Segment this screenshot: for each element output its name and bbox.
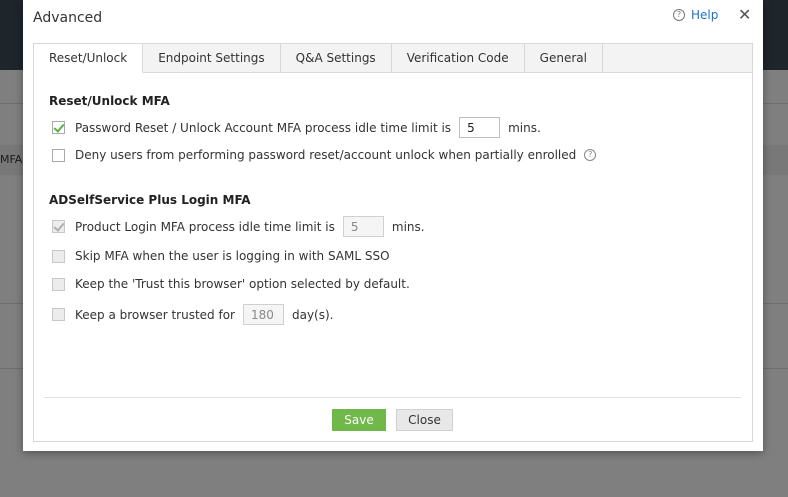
tab-reset-unlock[interactable]: Reset/Unlock [34,44,144,73]
tab-endpoint-settings[interactable]: Endpoint Settings [143,44,281,72]
tab-verification-code[interactable]: Verification Code [392,44,525,72]
skip-saml-label: Skip MFA when the user is logging in wit… [75,249,390,263]
deny-partial-checkbox[interactable] [52,148,65,162]
settings-panel: Reset/Unlock Endpoint Settings Q&A Setti… [33,43,753,442]
trust-browser-row: Keep the 'Trust this browser' option sel… [52,277,410,291]
trusted-days-label: Keep a browser trusted for [75,307,235,322]
idle-limit-row: Password Reset / Unlock Account MFA proc… [52,117,541,138]
product-idle-row: Product Login MFA process idle time limi… [52,216,425,237]
advanced-dialog: Advanced ? Help ✕ Reset/Unlock Endpoint … [23,0,763,451]
trusted-days-input[interactable] [242,304,284,325]
product-idle-label: Product Login MFA process idle time limi… [75,219,335,234]
product-idle-checkbox[interactable] [52,220,65,233]
save-button[interactable]: Save [332,409,386,431]
close-icon[interactable]: ✕ [738,5,751,24]
idle-limit-label: Password Reset / Unlock Account MFA proc… [75,120,452,135]
reset-unlock-section-title: Reset/Unlock MFA [49,94,170,108]
trust-browser-checkbox[interactable] [52,277,65,291]
tab-qa-settings[interactable]: Q&A Settings [281,44,392,72]
tab-general[interactable]: General [525,44,603,72]
question-circle-icon: ? [673,9,685,21]
background-column-label: MFA [0,153,23,166]
deny-partial-label: Deny users from performing password rese… [75,148,577,162]
skip-saml-row: Skip MFA when the user is logging in wit… [52,249,390,263]
product-idle-input[interactable] [342,216,384,237]
close-button[interactable]: Close [396,409,453,431]
help-label: Help [691,8,719,22]
idle-limit-input[interactable] [459,117,501,138]
trusted-days-row: Keep a browser trusted for day(s). [52,304,334,325]
trusted-days-checkbox[interactable] [52,308,65,321]
trust-browser-label: Keep the 'Trust this browser' option sel… [75,277,410,291]
tab-bar: Reset/Unlock Endpoint Settings Q&A Setti… [34,44,752,73]
trusted-days-unit: day(s). [291,307,334,322]
idle-limit-unit: mins. [508,120,541,135]
dialog-title: Advanced [33,10,103,26]
help-link[interactable]: ? Help [673,8,718,22]
product-idle-unit: mins. [391,219,425,234]
login-mfa-section-title: ADSelfService Plus Login MFA [49,193,251,207]
footer-divider [44,397,741,398]
skip-saml-checkbox[interactable] [52,249,65,263]
idle-limit-checkbox[interactable] [52,121,65,134]
question-circle-icon[interactable]: ? [584,149,597,161]
deny-partial-row: Deny users from performing password rese… [52,148,597,162]
